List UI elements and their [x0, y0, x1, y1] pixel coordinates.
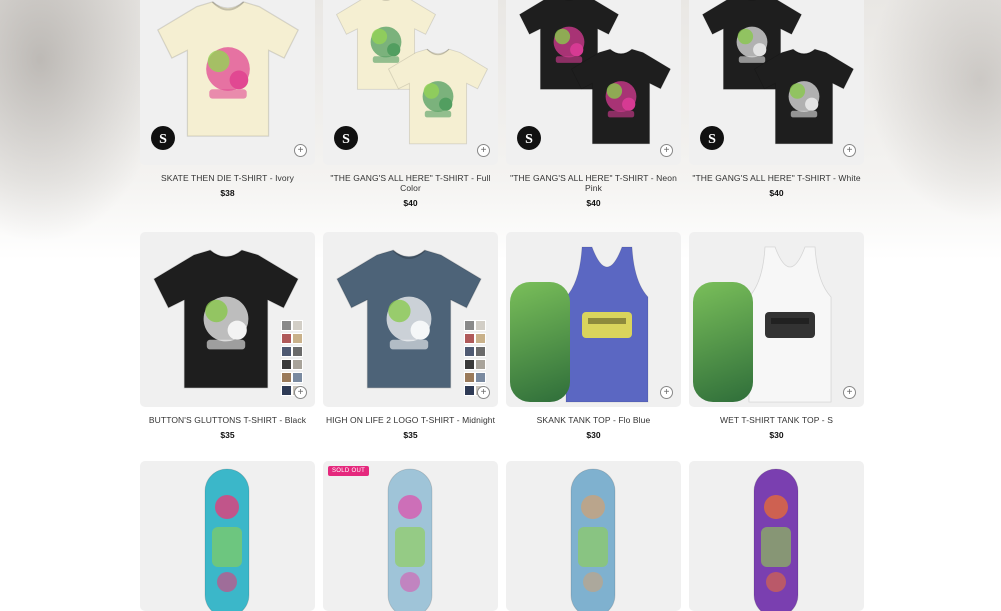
svg-text:S: S	[708, 132, 716, 147]
swatch[interactable]	[464, 385, 475, 396]
swatch[interactable]	[292, 346, 303, 357]
product-title[interactable]: "THE GANG'S ALL HERE" T-SHIRT - White	[689, 173, 864, 183]
product-card[interactable]	[140, 461, 315, 611]
quick-add-icon[interactable]: +	[843, 386, 856, 399]
product-card[interactable]	[689, 461, 864, 611]
product-title[interactable]: HIGH ON LIFE 2 LOGO T-SHIRT - Midnight	[323, 415, 498, 425]
squanch-limited-logo: S	[695, 121, 729, 155]
swatch[interactable]	[475, 333, 486, 344]
svg-text:S: S	[342, 132, 350, 147]
product-title[interactable]: BUTTON'S GLUTTONS T-SHIRT - Black	[140, 415, 315, 425]
skateboard-deck-image	[202, 467, 252, 611]
swatch[interactable]	[281, 346, 292, 357]
product-thumbnail[interactable]: S +	[323, 0, 498, 165]
product-thumbnail[interactable]	[140, 461, 315, 611]
swatch[interactable]	[281, 359, 292, 370]
product-thumbnail[interactable]: S +	[506, 0, 681, 165]
product-title[interactable]: "THE GANG'S ALL HERE" T-SHIRT - Neon Pin…	[506, 173, 681, 193]
swatch[interactable]	[475, 346, 486, 357]
swatch[interactable]	[292, 359, 303, 370]
product-price: $30	[769, 430, 784, 440]
svg-text:S: S	[525, 132, 533, 147]
skateboard-deck-image	[385, 467, 435, 611]
quick-add-icon[interactable]: +	[477, 144, 490, 157]
product-price: $35	[220, 430, 235, 440]
product-card[interactable]: S + SKATE THEN DIE T-SHIRT - Ivory $38	[140, 0, 315, 220]
product-thumbnail[interactable]	[689, 461, 864, 611]
product-card[interactable]	[506, 461, 681, 611]
product-card[interactable]: + SKANK TANK TOP - Flo Blue $30	[506, 232, 681, 452]
swatch[interactable]	[281, 320, 292, 331]
swatch[interactable]	[464, 346, 475, 357]
swatch[interactable]	[292, 372, 303, 383]
product-price: $35	[403, 430, 418, 440]
quick-add-icon[interactable]: +	[843, 144, 856, 157]
product-card[interactable]: S + "THE GANG'S ALL HERE" T-SHIRT - Whit…	[689, 0, 864, 220]
product-card[interactable]: + BUTTON'S GLUTTONS T-SHIRT - Black $35	[140, 232, 315, 452]
product-thumbnail[interactable]: S +	[140, 0, 315, 165]
swatch[interactable]	[464, 333, 475, 344]
swatch[interactable]	[475, 372, 486, 383]
squanch-limited-logo: S	[512, 121, 546, 155]
product-image-back	[566, 44, 676, 149]
color-swatches	[281, 320, 303, 396]
product-title[interactable]: SKANK TANK TOP - Flo Blue	[506, 415, 681, 425]
swatch[interactable]	[464, 320, 475, 331]
character-figure	[693, 282, 753, 402]
product-card[interactable]: S + "THE GANG'S ALL HERE" T-SHIRT - Neon…	[506, 0, 681, 220]
quick-add-icon[interactable]: +	[294, 144, 307, 157]
sold-out-badge: SOLD OUT	[328, 466, 370, 476]
product-thumbnail[interactable]: SOLD OUT	[323, 461, 498, 611]
swatch[interactable]	[292, 333, 303, 344]
swatch[interactable]	[281, 385, 292, 396]
product-thumbnail[interactable]	[506, 461, 681, 611]
product-title[interactable]: WET T-SHIRT TANK TOP - S	[689, 415, 864, 425]
product-card[interactable]: + HIGH ON LIFE 2 LOGO T-SHIRT - Midnight…	[323, 232, 498, 452]
product-thumbnail[interactable]: +	[140, 232, 315, 407]
product-thumbnail[interactable]: S +	[689, 0, 864, 165]
product-grid: S + SKATE THEN DIE T-SHIRT - Ivory $38 S…	[140, 0, 864, 611]
product-title[interactable]: "THE GANG'S ALL HERE" T-SHIRT - Full Col…	[323, 173, 498, 193]
squanch-limited-logo: S	[329, 121, 363, 155]
product-title[interactable]: SKATE THEN DIE T-SHIRT - Ivory	[140, 173, 315, 183]
product-thumbnail[interactable]: +	[689, 232, 864, 407]
product-card[interactable]: S + "THE GANG'S ALL HERE" T-SHIRT - Full…	[323, 0, 498, 220]
swatch[interactable]	[475, 320, 486, 331]
product-image-back	[383, 44, 493, 149]
swatch[interactable]	[475, 359, 486, 370]
product-thumbnail[interactable]: +	[506, 232, 681, 407]
quick-add-icon[interactable]: +	[294, 386, 307, 399]
swatch[interactable]	[281, 372, 292, 383]
color-swatches	[464, 320, 486, 396]
product-price: $40	[586, 198, 601, 208]
product-price: $40	[769, 188, 784, 198]
product-thumbnail[interactable]: +	[323, 232, 498, 407]
product-price: $40	[403, 198, 418, 208]
skateboard-deck-image	[568, 467, 618, 611]
product-image-back	[749, 44, 859, 149]
svg-text:S: S	[159, 132, 167, 147]
product-card[interactable]: + WET T-SHIRT TANK TOP - S $30	[689, 232, 864, 452]
quick-add-icon[interactable]: +	[660, 386, 673, 399]
swatch[interactable]	[292, 320, 303, 331]
product-card[interactable]: SOLD OUT	[323, 461, 498, 611]
squanch-limited-logo: S	[146, 121, 180, 155]
character-figure	[510, 282, 570, 402]
quick-add-icon[interactable]: +	[477, 386, 490, 399]
swatch[interactable]	[281, 333, 292, 344]
skateboard-deck-image	[751, 467, 801, 611]
quick-add-icon[interactable]: +	[660, 144, 673, 157]
swatch[interactable]	[464, 372, 475, 383]
swatch[interactable]	[464, 359, 475, 370]
product-price: $38	[220, 188, 235, 198]
product-price: $30	[586, 430, 601, 440]
